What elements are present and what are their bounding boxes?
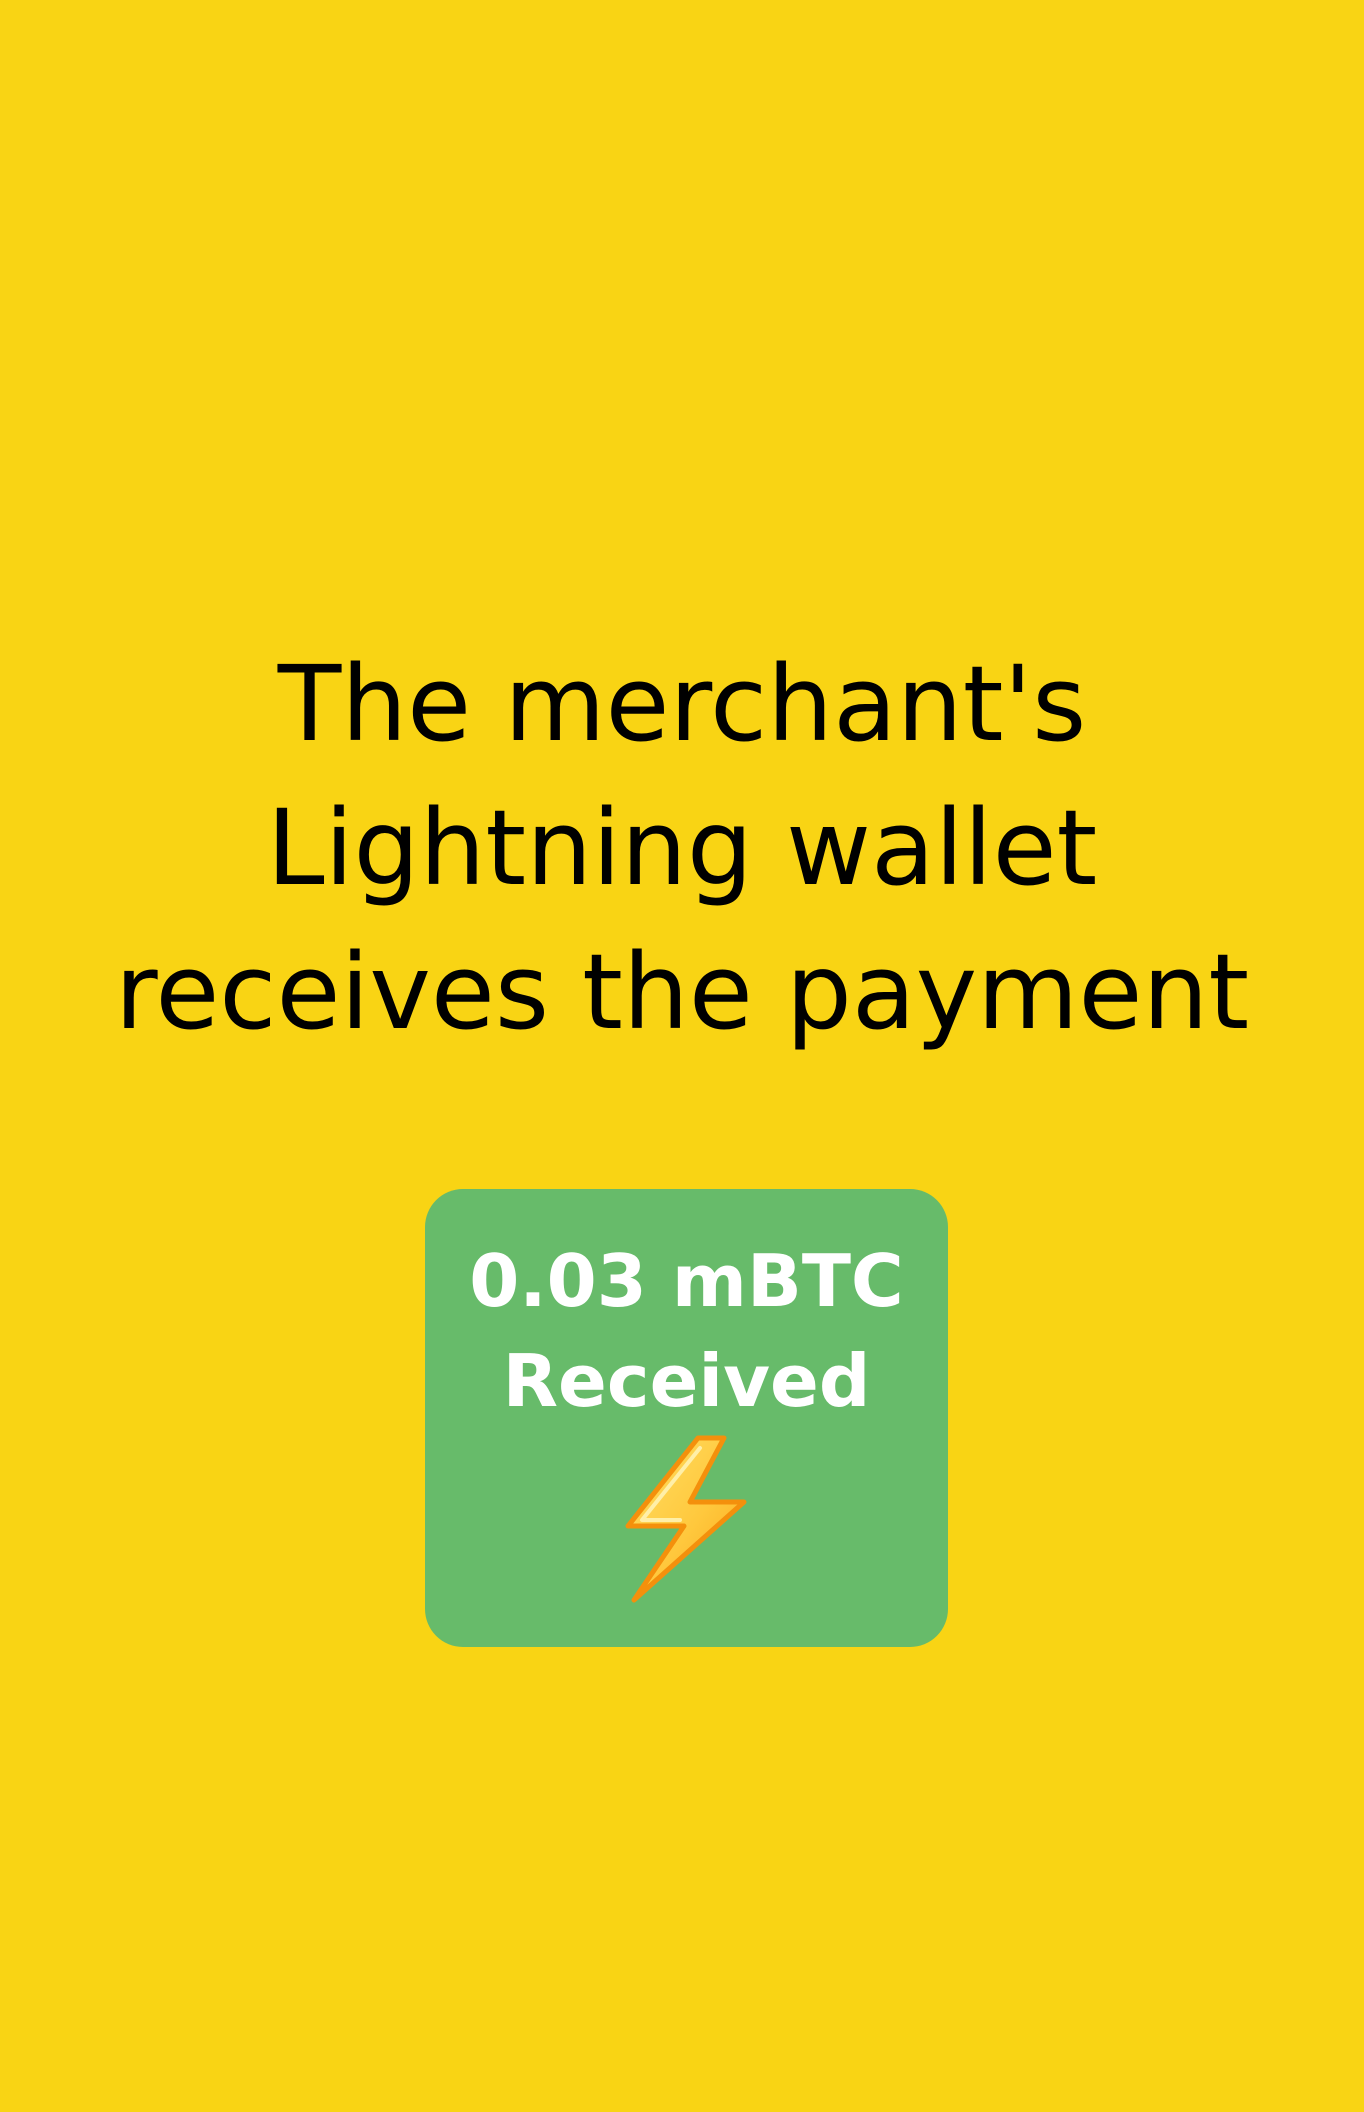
payment-received-card: 0.03 mBTC Received (425, 1189, 948, 1647)
payment-amount: 0.03 mBTC (469, 1239, 904, 1323)
headline: The merchant's Lightning wallet receives… (82, 632, 1282, 1064)
lightning-bolt-icon (625, 1435, 747, 1603)
payment-status: Received (502, 1339, 871, 1423)
headline-line-3: receives the payment (114, 931, 1250, 1053)
headline-line-1: The merchant's (277, 643, 1087, 765)
payment-card-text: 0.03 mBTC Received (425, 1231, 948, 1431)
headline-line-2: Lightning wallet (266, 787, 1098, 909)
